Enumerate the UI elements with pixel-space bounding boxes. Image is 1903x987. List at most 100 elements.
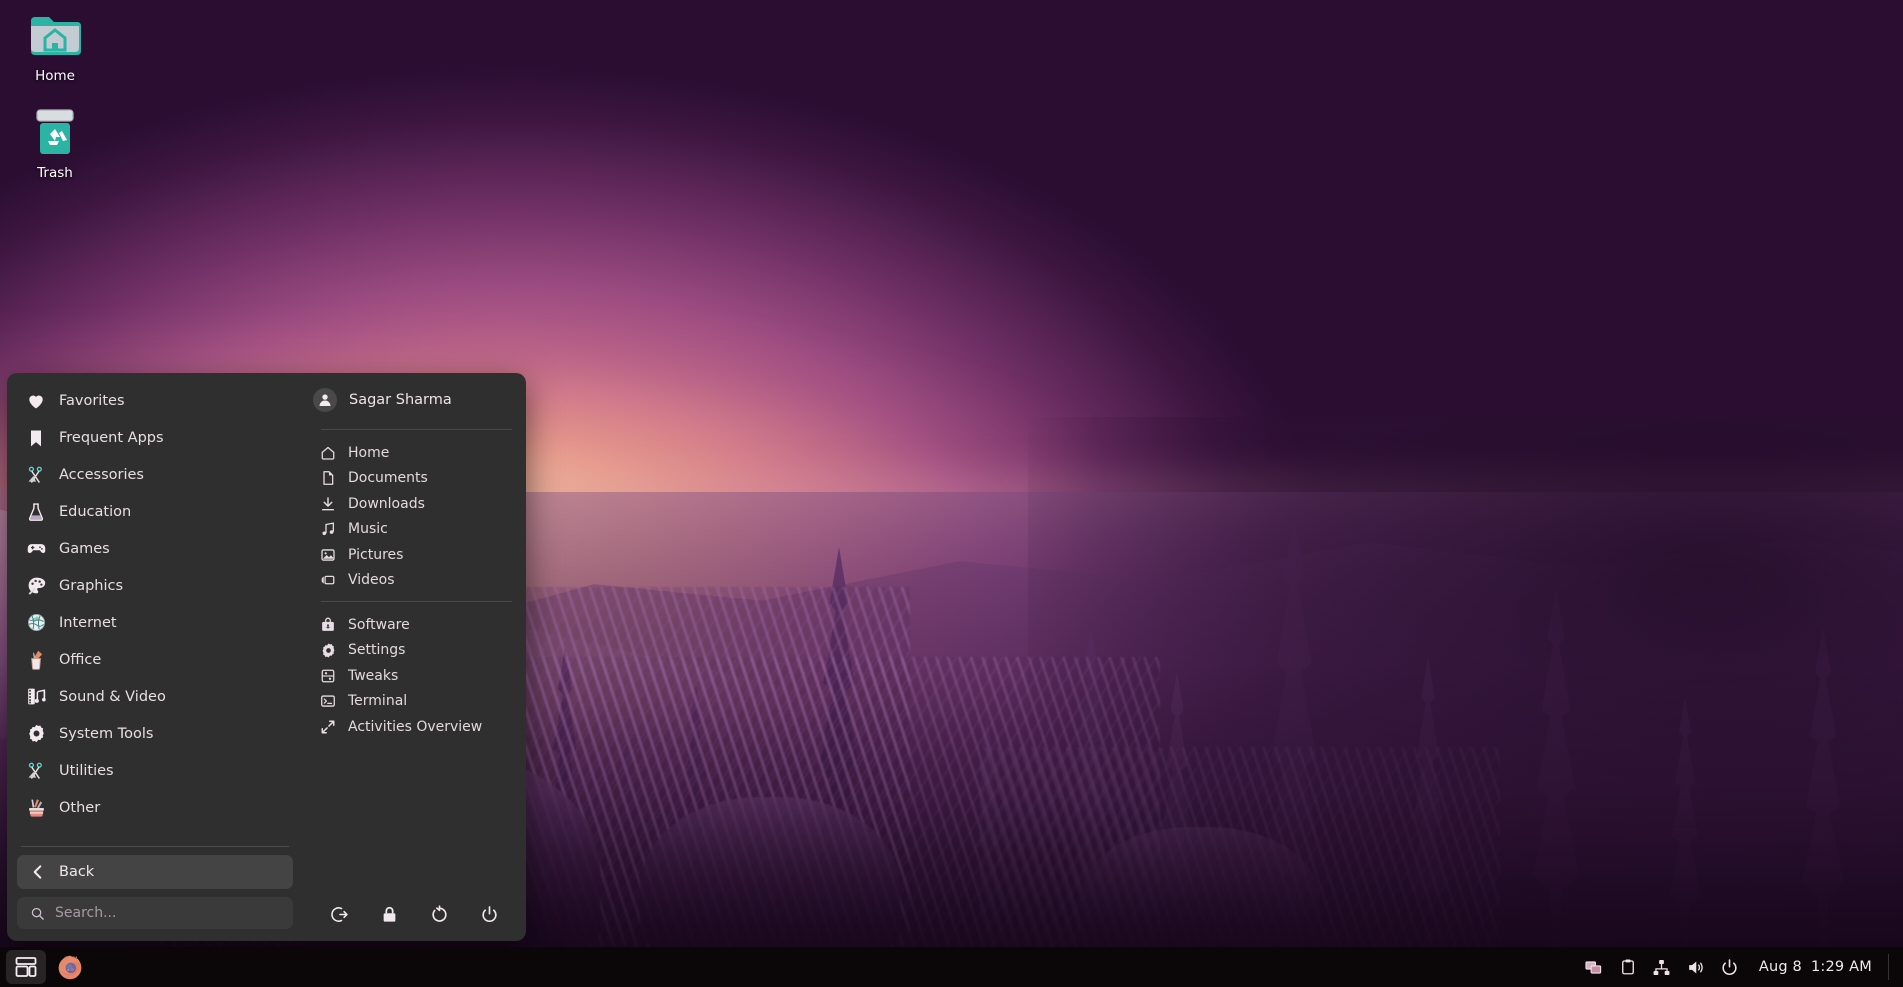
category-item-internet[interactable]: Internet <box>17 604 293 641</box>
desktop-icon-trash[interactable]: Trash <box>5 105 105 181</box>
category-label: Internet <box>59 614 117 631</box>
windows-overlap-icon <box>1584 958 1603 977</box>
taskbar-firefox-button[interactable] <box>50 950 90 984</box>
category-label: Accessories <box>59 466 144 483</box>
document-icon <box>319 469 337 487</box>
category-item-frequent-apps[interactable]: Frequent Apps <box>17 419 293 456</box>
user-row[interactable]: Sagar Sharma <box>303 383 526 417</box>
category-item-education[interactable]: Education <box>17 493 293 530</box>
film-music-icon <box>25 686 47 708</box>
category-label: Frequent Apps <box>59 429 164 446</box>
lock-icon[interactable] <box>377 901 403 927</box>
place-label: Downloads <box>348 495 425 512</box>
category-label: System Tools <box>59 725 154 742</box>
category-label: Other <box>59 799 101 816</box>
taskbar-divider <box>1888 954 1889 980</box>
power-icon <box>1720 958 1739 977</box>
place-item-downloads[interactable]: Downloads <box>311 491 518 517</box>
back-button[interactable]: Back <box>17 855 293 889</box>
trash-icon <box>5 105 105 159</box>
category-item-system-tools[interactable]: System Tools <box>17 715 293 752</box>
category-item-accessories[interactable]: Accessories <box>17 456 293 493</box>
home-icon <box>319 444 337 462</box>
gear-icon <box>25 723 47 745</box>
category-list: Favorites Frequent Apps Accessories Educ… <box>7 382 303 836</box>
category-item-favorites[interactable]: Favorites <box>17 382 293 419</box>
search-input[interactable]: Search... <box>17 897 293 929</box>
system-item-activities-overview[interactable]: Activities Overview <box>311 714 518 740</box>
system-item-label: Tweaks <box>348 667 399 684</box>
category-item-utilities[interactable]: Utilities <box>17 752 293 789</box>
tray-workspace-switcher[interactable] <box>1579 952 1609 982</box>
place-label: Documents <box>348 470 428 487</box>
place-item-home[interactable]: Home <box>311 440 518 466</box>
palette-icon <box>25 575 47 597</box>
expand-arrows-icon <box>319 718 337 736</box>
system-item-label: Activities Overview <box>348 718 483 735</box>
home-folder-icon <box>5 8 105 62</box>
menu-left-footer: Back Search... <box>7 836 303 941</box>
category-label: Education <box>59 503 132 520</box>
tray-power-status[interactable] <box>1715 952 1745 982</box>
taskbar-clock[interactable]: Aug 8 1:29 AM <box>1749 959 1884 975</box>
search-icon <box>29 906 45 921</box>
tray-clipboard[interactable] <box>1613 952 1643 982</box>
system-tray: Aug 8 1:29 AM <box>1579 952 1903 982</box>
category-item-other[interactable]: Other <box>17 789 293 826</box>
system-item-terminal[interactable]: Terminal <box>311 689 518 715</box>
window-grid-icon <box>14 955 38 979</box>
place-item-music[interactable]: Music <box>311 517 518 543</box>
power-icon[interactable] <box>477 901 503 927</box>
back-button-label: Back <box>59 864 95 880</box>
category-label: Sound & Video <box>59 688 166 705</box>
desktop-icon-home[interactable]: Home <box>5 8 105 84</box>
user-avatar-icon <box>313 388 337 412</box>
system-item-settings[interactable]: Settings <box>311 638 518 664</box>
terminal-icon <box>319 692 337 710</box>
category-label: Favorites <box>59 392 125 409</box>
flask-icon <box>25 501 47 523</box>
application-menu: Favorites Frequent Apps Accessories Educ… <box>7 373 526 941</box>
system-items-list: Software Settings Tweaks Terminal Activi… <box>303 612 526 740</box>
category-label: Office <box>59 651 102 668</box>
software-bag-icon <box>319 616 337 634</box>
system-item-label: Software <box>348 616 410 633</box>
desktop-icon-label: Home <box>35 68 75 84</box>
tray-volume[interactable] <box>1681 952 1711 982</box>
category-label: Games <box>59 540 110 557</box>
tray-network[interactable] <box>1647 952 1677 982</box>
picture-icon <box>319 546 337 564</box>
speaker-icon <box>1686 958 1705 977</box>
globe-icon <box>25 612 47 634</box>
category-item-office[interactable]: Office <box>17 641 293 678</box>
category-item-sound-video[interactable]: Sound & Video <box>17 678 293 715</box>
menu-categories-pane: Favorites Frequent Apps Accessories Educ… <box>7 373 303 941</box>
category-item-graphics[interactable]: Graphics <box>17 567 293 604</box>
bookmark-icon <box>25 427 47 449</box>
restart-icon[interactable] <box>427 901 453 927</box>
divider <box>321 429 512 430</box>
taskbar-app-area <box>0 950 90 984</box>
category-item-games[interactable]: Games <box>17 530 293 567</box>
system-item-tweaks[interactable]: Tweaks <box>311 663 518 689</box>
place-item-videos[interactable]: Videos <box>311 568 518 594</box>
menu-places-pane: Sagar Sharma Home Documents Downloads Mu… <box>303 373 526 941</box>
scissors-icon <box>25 760 47 782</box>
category-label: Graphics <box>59 577 124 594</box>
tweaks-icon <box>319 667 337 685</box>
divider <box>321 601 512 602</box>
session-buttons <box>303 895 526 941</box>
place-label: Music <box>348 521 388 538</box>
place-item-pictures[interactable]: Pictures <box>311 542 518 568</box>
network-wired-icon <box>1652 958 1671 977</box>
clock-time: 1:29 AM <box>1810 959 1872 975</box>
place-item-documents[interactable]: Documents <box>311 466 518 492</box>
music-note-icon <box>319 520 337 538</box>
logout-icon[interactable] <box>327 901 353 927</box>
system-item-software[interactable]: Software <box>311 612 518 638</box>
taskbar-applications-menu-button[interactable] <box>6 950 46 984</box>
gamepad-icon <box>25 538 47 560</box>
scissors-icon <box>25 464 47 486</box>
clock-date: Aug 8 <box>1758 959 1802 975</box>
